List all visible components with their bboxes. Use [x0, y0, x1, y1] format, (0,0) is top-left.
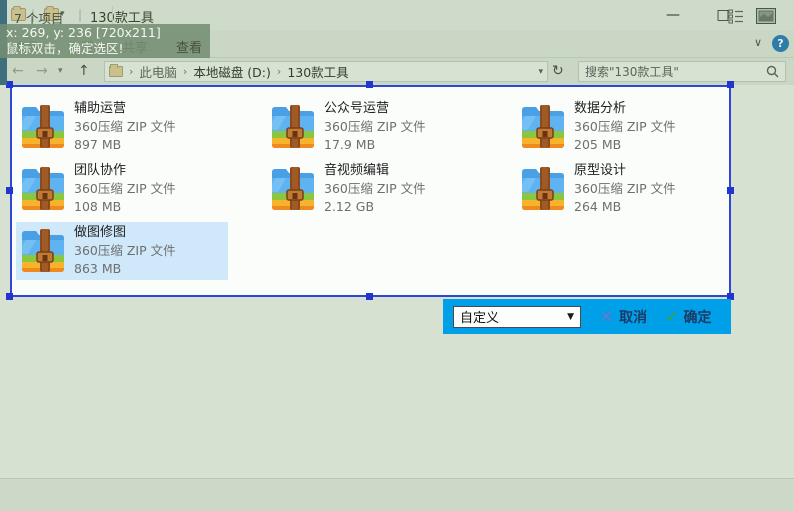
- cancel-x-icon: ×: [599, 308, 614, 326]
- 360zip-archive-icon: [270, 104, 316, 148]
- search-input[interactable]: 搜索"130款工具": [578, 61, 786, 82]
- back-icon[interactable]: ←: [12, 63, 24, 79]
- file-name: 做图修图: [74, 224, 176, 242]
- breadcrumb-this-pc[interactable]: 此电脑: [139, 62, 177, 81]
- file-list-pane: 辅助运营 360压缩 ZIP 文件 897 MB 公众号运营 360压缩 ZIP…: [0, 85, 794, 478]
- selection-handle-top-mid[interactable]: [366, 81, 373, 88]
- file-tile[interactable]: 原型设计 360压缩 ZIP 文件 264 MB: [516, 160, 728, 218]
- file-tile[interactable]: 音视频编辑 360压缩 ZIP 文件 2.12 GB: [266, 160, 478, 218]
- location-folder-icon: [109, 66, 123, 77]
- file-name: 数据分析: [574, 100, 676, 118]
- address-dropdown-icon[interactable]: ▾: [538, 67, 543, 77]
- capture-action-toolbar: 自定义 ▼ × 取消 ✓ 确定: [443, 299, 731, 334]
- capture-hint-text: 鼠标双击，确定选区!: [6, 41, 204, 57]
- search-placeholder: 搜索"130款工具": [585, 63, 766, 80]
- 360zip-archive-icon: [270, 166, 316, 210]
- address-bar[interactable]: › 此电脑 › 本地磁盘 (D:) › 130款工具 ▾: [104, 61, 548, 82]
- breadcrumb-drive-d[interactable]: 本地磁盘 (D:): [193, 62, 271, 81]
- minimize-button[interactable]: —: [650, 0, 696, 30]
- 360zip-archive-icon: [520, 166, 566, 210]
- tab-view[interactable]: 查看: [176, 37, 202, 56]
- status-bar: [0, 478, 794, 511]
- file-name: 音视频编辑: [324, 162, 426, 180]
- file-type: 360压缩 ZIP 文件: [324, 180, 426, 198]
- status-divider: [112, 6, 113, 26]
- file-name: 原型设计: [574, 162, 676, 180]
- file-name: 公众号运营: [324, 100, 426, 118]
- file-type: 360压缩 ZIP 文件: [74, 242, 176, 260]
- search-icon[interactable]: [766, 65, 779, 78]
- file-size: 2.12 GB: [324, 198, 426, 216]
- selection-handle-mid-left[interactable]: [6, 187, 13, 194]
- forward-icon[interactable]: →: [36, 63, 48, 79]
- capture-preset-value: 自定义: [460, 307, 567, 326]
- cancel-label: 取消: [619, 307, 647, 327]
- 360zip-archive-icon: [20, 104, 66, 148]
- file-size: 264 MB: [574, 198, 676, 216]
- file-tile[interactable]: 团队协作 360压缩 ZIP 文件 108 MB: [16, 160, 228, 218]
- quick-access-divider: |: [78, 8, 82, 22]
- dropdown-arrow-icon: ▼: [567, 312, 574, 322]
- file-tile[interactable]: 公众号运营 360压缩 ZIP 文件 17.9 MB: [266, 98, 478, 156]
- selection-handle-top-right[interactable]: [727, 81, 734, 88]
- file-tile[interactable]: 数据分析 360压缩 ZIP 文件 205 MB: [516, 98, 728, 156]
- breadcrumb-separator: ›: [129, 65, 133, 78]
- file-type: 360压缩 ZIP 文件: [74, 180, 176, 198]
- file-name: 辅助运营: [74, 100, 176, 118]
- selection-handle-top-left[interactable]: [6, 81, 13, 88]
- capture-selection-region[interactable]: 辅助运营 360压缩 ZIP 文件 897 MB 公众号运营 360压缩 ZIP…: [10, 85, 731, 297]
- file-tile[interactable]: 辅助运营 360压缩 ZIP 文件 897 MB: [16, 98, 228, 156]
- file-type: 360压缩 ZIP 文件: [574, 118, 676, 136]
- selection-handle-bottom-left[interactable]: [6, 293, 13, 300]
- file-type: 360压缩 ZIP 文件: [574, 180, 676, 198]
- 360zip-archive-icon: [520, 104, 566, 148]
- capture-confirm-button[interactable]: ✓ 确定: [665, 307, 711, 327]
- file-type: 360压缩 ZIP 文件: [74, 118, 176, 136]
- breadcrumb-separator: ›: [183, 65, 187, 78]
- 360zip-archive-icon: [20, 228, 66, 272]
- confirm-label: 确定: [684, 307, 712, 327]
- file-size: 205 MB: [574, 136, 676, 154]
- details-view-icon[interactable]: [728, 8, 745, 24]
- recent-locations-icon[interactable]: ▾: [58, 66, 63, 76]
- file-size: 897 MB: [74, 136, 176, 154]
- breadcrumb-current-folder[interactable]: 130款工具: [287, 62, 348, 81]
- confirm-check-icon: ✓: [665, 308, 678, 326]
- selection-handle-bottom-mid[interactable]: [366, 293, 373, 300]
- file-size: 17.9 MB: [324, 136, 426, 154]
- file-type: 360压缩 ZIP 文件: [324, 118, 426, 136]
- capture-preset-select[interactable]: 自定义 ▼: [453, 306, 581, 328]
- ribbon-collapse-icon[interactable]: ∨: [754, 36, 762, 49]
- capture-coords-text: x: 269, y: 236 [720x211]: [6, 25, 204, 41]
- breadcrumb-separator: ›: [277, 65, 281, 78]
- help-icon[interactable]: ?: [772, 35, 789, 52]
- 360zip-archive-icon: [20, 166, 66, 210]
- capture-cancel-button[interactable]: × 取消: [599, 307, 647, 327]
- thumbnail-view-icon[interactable]: [756, 8, 776, 24]
- file-size: 863 MB: [74, 260, 176, 278]
- refresh-icon[interactable]: ↻: [552, 63, 564, 79]
- file-size: 108 MB: [74, 198, 176, 216]
- file-name: 团队协作: [74, 162, 176, 180]
- selection-handle-mid-right[interactable]: [727, 187, 734, 194]
- file-tile[interactable]: 做图修图 360压缩 ZIP 文件 863 MB: [16, 222, 228, 280]
- up-icon[interactable]: ↑: [78, 63, 90, 79]
